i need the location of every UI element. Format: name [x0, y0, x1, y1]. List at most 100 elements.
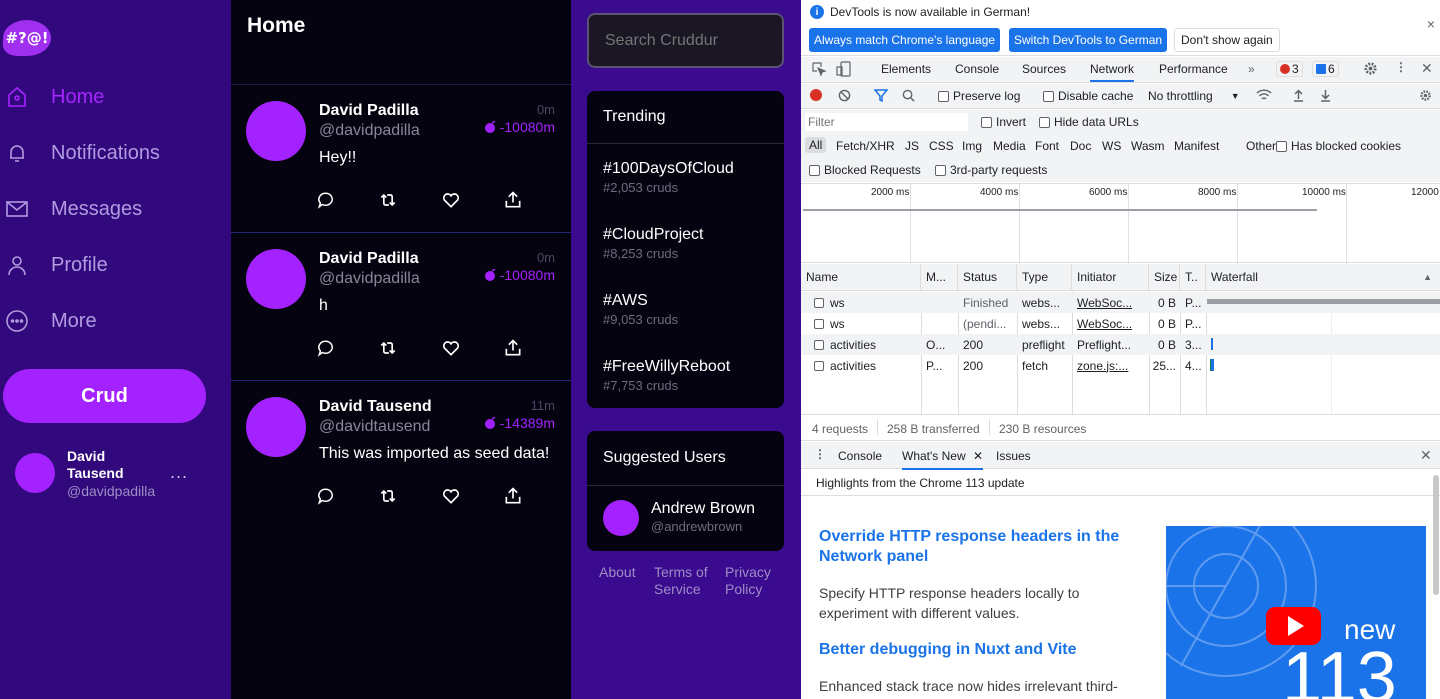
- inspect-icon[interactable]: [811, 61, 827, 80]
- footer-privacy-link[interactable]: Privacy Policy: [725, 564, 785, 598]
- type-filter-wasm[interactable]: Wasm: [1131, 139, 1165, 153]
- drawer-tab-console[interactable]: Console: [838, 449, 882, 463]
- column-waterfall[interactable]: Waterfall ▲: [1206, 264, 1440, 291]
- trend-item[interactable]: #FreeWillyReboot #7,753 cruds: [603, 358, 730, 393]
- wifi-icon[interactable]: [1256, 89, 1272, 102]
- heart-icon[interactable]: [439, 336, 463, 360]
- column-size[interactable]: Size: [1149, 264, 1180, 291]
- device-toolbar-icon[interactable]: [836, 61, 852, 80]
- whats-new-heading[interactable]: Better debugging in Nuxt and Vite: [819, 640, 1129, 660]
- gear-icon[interactable]: [1363, 61, 1378, 79]
- kebab-menu-icon[interactable]: ⋮: [814, 447, 826, 461]
- request-checkbox[interactable]: [814, 318, 824, 329]
- request-checkbox[interactable]: [814, 339, 824, 350]
- heart-icon[interactable]: [439, 484, 463, 508]
- tab-elements[interactable]: Elements: [881, 62, 931, 76]
- column-initiator[interactable]: Initiator: [1072, 264, 1149, 291]
- trend-tag[interactable]: #FreeWillyReboot: [603, 358, 730, 375]
- download-icon[interactable]: [1320, 89, 1331, 102]
- close-icon[interactable]: ✕: [1420, 447, 1432, 464]
- table-row[interactable]: ws Finished webs... WebSoc... 0 B P...: [801, 292, 1440, 313]
- repost-icon[interactable]: [376, 484, 400, 508]
- search-input[interactable]: [587, 13, 784, 68]
- reply-icon[interactable]: [314, 484, 338, 508]
- trend-tag[interactable]: #AWS: [603, 292, 648, 309]
- column-method[interactable]: M...: [921, 264, 958, 291]
- nav-home[interactable]: Home: [0, 77, 104, 117]
- share-icon[interactable]: [501, 484, 525, 508]
- type-filter-manifest[interactable]: Manifest: [1174, 139, 1219, 153]
- avatar[interactable]: [246, 249, 306, 309]
- request-initiator[interactable]: Preflight...: [1072, 334, 1149, 355]
- invert-checkbox[interactable]: Invert: [981, 115, 1026, 129]
- type-filter-all[interactable]: All: [805, 137, 827, 153]
- tab-sources[interactable]: Sources: [1022, 62, 1066, 76]
- close-icon[interactable]: ✕: [973, 449, 983, 463]
- suggested-user-name[interactable]: Andrew Brown: [651, 500, 755, 518]
- close-icon[interactable]: ×: [1427, 16, 1435, 32]
- match-language-button[interactable]: Always match Chrome's language: [809, 28, 1001, 52]
- request-checkbox[interactable]: [814, 360, 824, 371]
- record-icon[interactable]: [810, 89, 822, 101]
- table-row[interactable]: ws (pendi... webs... WebSoc... 0 B P...: [801, 313, 1440, 334]
- column-name[interactable]: Name: [801, 264, 921, 291]
- has-blocked-cookies-checkbox[interactable]: Has blocked cookies: [1276, 139, 1401, 153]
- type-filter-font[interactable]: Font: [1035, 139, 1059, 153]
- dont-show-again-button[interactable]: Don't show again: [1174, 28, 1280, 52]
- filter-icon[interactable]: [874, 89, 888, 102]
- nav-profile[interactable]: Profile: [0, 245, 108, 285]
- column-status[interactable]: Status: [958, 264, 1017, 291]
- repost-icon[interactable]: [376, 188, 400, 212]
- trend-item[interactable]: #CloudProject #8,253 cruds: [603, 226, 704, 261]
- activity-item[interactable]: David Padilla @davidpadilla 0m -10080m h: [231, 233, 571, 381]
- switch-german-button[interactable]: Switch DevTools to German: [1009, 28, 1168, 52]
- tab-console[interactable]: Console: [955, 62, 999, 76]
- share-icon[interactable]: [501, 336, 525, 360]
- handle[interactable]: @davidpadilla: [319, 122, 420, 140]
- nav-more[interactable]: More: [0, 301, 97, 341]
- checkbox[interactable]: [935, 164, 946, 176]
- scrollbar[interactable]: [1433, 475, 1439, 595]
- crud-button[interactable]: Crud: [3, 369, 206, 423]
- chrome-113-video-thumbnail[interactable]: new 113: [1166, 526, 1426, 699]
- table-row[interactable]: activities P... 200 fetch zone.js:... 25…: [801, 355, 1440, 376]
- trend-tag[interactable]: #CloudProject: [603, 226, 704, 243]
- request-initiator[interactable]: zone.js:...: [1072, 355, 1149, 376]
- display-name[interactable]: David Tausend: [319, 398, 432, 416]
- more-tabs-button[interactable]: »: [1248, 62, 1255, 76]
- request-initiator[interactable]: WebSoc...: [1072, 292, 1149, 313]
- third-party-checkbox[interactable]: 3rd-party requests: [935, 163, 1047, 177]
- reply-icon[interactable]: [314, 188, 338, 212]
- type-filter-js[interactable]: JS: [905, 139, 919, 153]
- upload-icon[interactable]: [1293, 89, 1304, 102]
- checkbox[interactable]: [809, 164, 820, 176]
- request-name[interactable]: ws: [809, 313, 921, 334]
- footer-about-link[interactable]: About: [599, 564, 636, 581]
- close-icon[interactable]: ✕: [1421, 60, 1433, 77]
- display-name[interactable]: David Padilla: [319, 102, 419, 120]
- whats-new-heading[interactable]: Override HTTP response headers in the Ne…: [819, 527, 1129, 567]
- nav-notifications[interactable]: Notifications: [0, 133, 160, 173]
- checkbox[interactable]: [1043, 90, 1054, 102]
- errors-badge[interactable]: 3: [1276, 61, 1303, 77]
- column-type[interactable]: Type: [1017, 264, 1072, 291]
- avatar[interactable]: [246, 101, 306, 161]
- blocked-requests-checkbox[interactable]: Blocked Requests: [809, 163, 921, 177]
- request-name[interactable]: activities: [809, 334, 921, 355]
- search-icon[interactable]: [902, 89, 915, 102]
- heart-icon[interactable]: [439, 188, 463, 212]
- request-initiator[interactable]: WebSoc...: [1072, 313, 1149, 334]
- drawer-tab-whats-new[interactable]: What's New ✕: [902, 449, 984, 470]
- handle[interactable]: @davidpadilla: [319, 270, 420, 288]
- reply-icon[interactable]: [314, 336, 338, 360]
- preserve-log-checkbox[interactable]: Preserve log: [938, 89, 1020, 103]
- trend-tag[interactable]: #100DaysOfCloud: [603, 160, 734, 177]
- kebab-menu-icon[interactable]: ⋮: [1395, 60, 1407, 74]
- avatar[interactable]: [15, 453, 55, 493]
- checkbox[interactable]: [981, 116, 992, 128]
- type-filter-media[interactable]: Media: [993, 139, 1026, 153]
- hide-data-urls-checkbox[interactable]: Hide data URLs: [1039, 115, 1139, 129]
- checkbox[interactable]: [1039, 116, 1050, 128]
- share-icon[interactable]: [501, 188, 525, 212]
- throttling-select[interactable]: No throttling ▼: [1148, 89, 1240, 103]
